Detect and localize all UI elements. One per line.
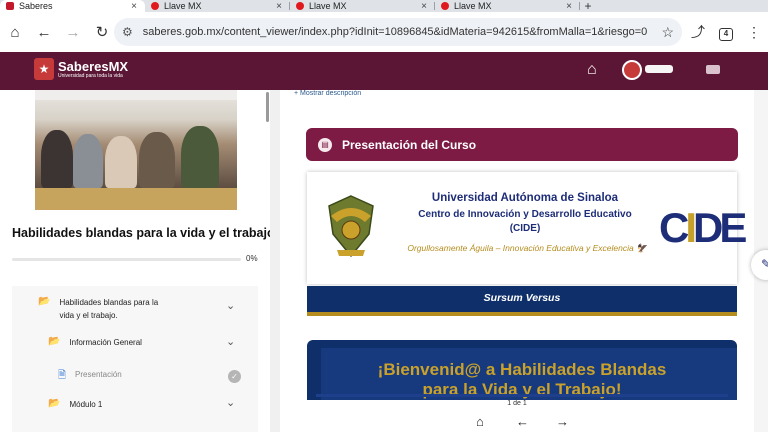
folder-open-icon: 📂 <box>38 296 51 307</box>
close-tab-icon[interactable]: × <box>131 1 137 12</box>
sidebar-scrollbar[interactable] <box>266 92 269 122</box>
site-settings-icon[interactable]: ⚙ <box>122 25 133 39</box>
tab-llave-mx-3[interactable]: Llave MX × <box>435 0 580 12</box>
browser-home-icon[interactable]: ⌂ <box>1 18 29 46</box>
course-title: Habilidades blandas para la vida y el tr… <box>12 226 270 240</box>
toc-label-line2: vida y el trabajo. <box>59 311 118 320</box>
course-outline: 📂 Habilidades blandas para la vida y el t… <box>12 286 258 432</box>
browser-toolbar: ⌂ ← → ↻ ⚙ saberes.gob.mx/content_viewer/… <box>0 12 768 52</box>
user-avatar[interactable] <box>622 60 642 80</box>
welcome-line-1: ¡Bienvenid@ a Habilidades Blandas <box>377 360 667 379</box>
llave-favicon-icon <box>441 2 449 10</box>
cide-logo-c: C <box>659 204 689 251</box>
person-figure <box>181 126 219 188</box>
saberes-favicon-icon <box>6 2 14 10</box>
sursum-versus-banner: Sursum Versus <box>307 286 737 316</box>
tab-separator <box>579 2 580 10</box>
chevron-down-icon[interactable]: ⌄ <box>226 396 235 409</box>
person-figure <box>105 136 137 188</box>
brand-name: SaberesMX <box>58 58 129 74</box>
person-figure <box>73 134 103 188</box>
user-menu-redacted[interactable] <box>706 65 720 74</box>
toc-label: Módulo 1 <box>69 400 103 409</box>
tab-llave-mx-2[interactable]: Llave MX × <box>290 0 435 12</box>
university-name: Universidad Autónoma de Sinaloa <box>431 192 619 204</box>
tab-title: Saberes <box>19 1 53 11</box>
page-indicator: 1 de 1 <box>507 400 527 407</box>
saberesmx-logo[interactable]: ★ SaberesMX Universidad para toda la vid… <box>34 58 128 80</box>
toc-modulo-1[interactable]: 📂 Módulo 1 <box>48 398 102 411</box>
llave-favicon-icon <box>151 2 159 10</box>
previous-page-arrow-icon[interactable]: ← <box>516 414 529 429</box>
folder-open-icon: 📂 <box>48 336 61 347</box>
tab-switcher-button[interactable]: 4 <box>712 23 740 41</box>
home-icon[interactable]: ⌂ <box>587 61 597 79</box>
course-image-banner <box>35 90 237 100</box>
cide-logo: CIDE <box>659 204 747 251</box>
forward-arrow-icon[interactable]: → <box>59 18 87 46</box>
close-tab-icon[interactable]: × <box>276 1 282 12</box>
next-page-arrow-icon[interactable]: → <box>556 414 569 429</box>
progress-percent: 0% <box>246 254 258 263</box>
toc-label: Información General <box>69 338 142 347</box>
book-icon: ▤ <box>318 137 332 152</box>
tab-title: Llave MX <box>454 1 492 11</box>
document-icon: 🗎 <box>58 370 67 381</box>
saberes-logo-icon: ★ <box>34 58 54 80</box>
user-name-redacted <box>645 65 673 73</box>
toc-label-line1: Habilidades blandas para la <box>59 298 159 307</box>
toc-informacion-general[interactable]: 📂 Información General <box>48 336 142 349</box>
toc-presentacion[interactable]: 🗎 Presentación <box>58 368 122 385</box>
close-tab-icon[interactable]: × <box>566 1 572 12</box>
app-header: ★ SaberesMX Universidad para toda la vid… <box>0 52 768 90</box>
chevron-down-icon[interactable]: ⌄ <box>226 299 235 312</box>
completed-check-icon: ✓ <box>228 370 241 383</box>
tab-count-badge: 4 <box>719 28 733 41</box>
section-header: ▤ Presentación del Curso <box>306 128 738 161</box>
welcome-banner: ¡Bienvenid@ a Habilidades Blandas para l… <box>307 340 737 400</box>
section-title: Presentación del Curso <box>342 137 477 152</box>
content-viewer: + Mostrar descripción ▤ Presentación del… <box>280 90 754 432</box>
tab-llave-mx-1[interactable]: Llave MX × <box>145 0 290 12</box>
folder-open-icon: 📂 <box>48 398 61 409</box>
show-description-link[interactable]: + Mostrar descripción <box>294 90 361 97</box>
cide-logo-i: I <box>685 204 697 251</box>
bookmark-star-icon[interactable]: ☆ <box>661 24 674 41</box>
close-tab-icon[interactable]: × <box>421 1 427 12</box>
toc-course-root[interactable]: 📂 Habilidades blandas para la vida y el t… <box>38 296 158 322</box>
university-motto: Orgullosamente Águila – Innovación Educa… <box>407 243 647 253</box>
menu-kebab-icon[interactable]: ⋮ <box>740 24 768 41</box>
university-card: Universidad Autónoma de Sinaloa Centro d… <box>307 172 747 284</box>
share-icon[interactable]: ⤴ <box>684 22 712 42</box>
browser-tab-strip: Saberes × Llave MX × Llave MX × Llave MX… <box>0 0 768 12</box>
pager-home-icon[interactable]: ⌂ <box>476 414 484 429</box>
course-cover-image <box>35 90 237 210</box>
reload-icon[interactable]: ↻ <box>88 18 116 46</box>
new-tab-button[interactable]: + <box>580 0 596 12</box>
chevron-down-icon[interactable]: ⌄ <box>226 335 235 348</box>
tab-title: Llave MX <box>164 1 202 11</box>
tab-title: Llave MX <box>309 1 347 11</box>
brand-tagline: Universidad para toda la vida <box>58 72 123 79</box>
cide-logo-de: DE <box>693 204 747 251</box>
llave-favicon-icon <box>296 2 304 10</box>
back-arrow-icon[interactable]: ← <box>30 18 58 46</box>
tab-saberes[interactable]: Saberes × <box>0 0 145 12</box>
address-bar[interactable]: ⚙ saberes.gob.mx/content_viewer/index.ph… <box>114 18 682 46</box>
document-progress-line <box>316 394 728 397</box>
person-figure <box>41 130 73 188</box>
toolbar-right-actions: ⤴ 4 ⋮ <box>684 18 768 46</box>
person-figure <box>139 132 175 188</box>
course-progress-bar <box>12 258 241 261</box>
toc-label: Presentación <box>75 370 122 379</box>
url-text: saberes.gob.mx/content_viewer/index.php?… <box>142 26 648 38</box>
panel-divider <box>270 90 280 432</box>
course-sidebar: Habilidades blandas para la vida y el tr… <box>0 90 270 432</box>
welcome-line-2: para la Vida y el Trabajo! <box>422 380 622 399</box>
